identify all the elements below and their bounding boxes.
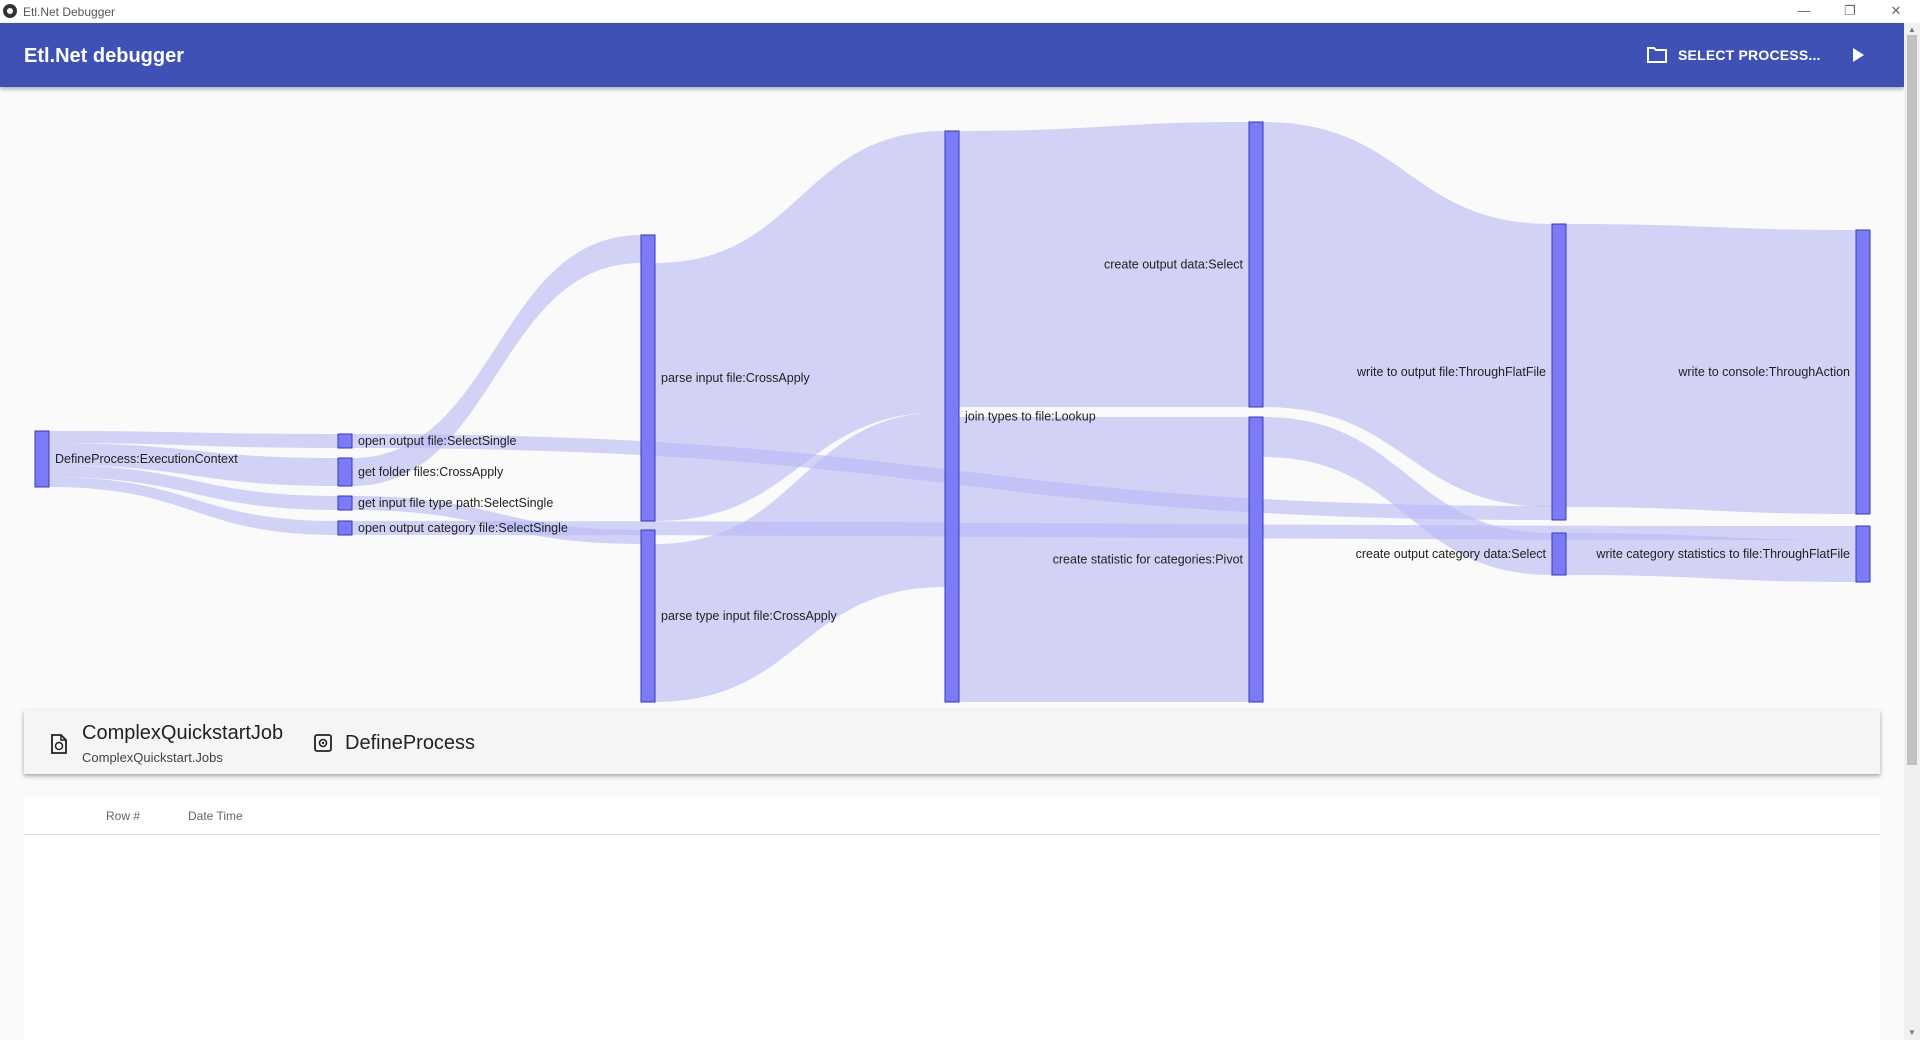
sankey-node[interactable] (640, 234, 656, 522)
process-name: DefineProcess (345, 732, 476, 754)
process-sankey-diagram: DefineProcess:ExecutionContext open outpu… (34, 121, 1871, 703)
sankey-node-label: write to console:ThroughAction (1677, 365, 1850, 379)
sankey-node[interactable] (34, 430, 50, 488)
sankey-node-label: create statistic for categories:Pivot (1053, 553, 1244, 567)
restore-button[interactable]: ❐ (1830, 0, 1870, 23)
app-bar: Etl.Net debugger SELECT PROCESS... (0, 23, 1904, 87)
sankey-node-label: parse type input file:CrossApply (661, 609, 838, 623)
scroll-up-icon[interactable]: ▲ (1908, 25, 1916, 34)
scrollbar-thumb[interactable] (1907, 35, 1917, 765)
minimize-button[interactable]: — (1784, 0, 1824, 23)
sankey-node[interactable] (1855, 229, 1871, 515)
window-title: Etl.Net Debugger (23, 5, 116, 19)
sankey-node[interactable] (337, 520, 353, 536)
sankey-node-label: write category statistics to file:Throug… (1595, 547, 1850, 561)
sankey-node-label: open output category file:SelectSingle (358, 521, 568, 535)
sankey-node[interactable] (1855, 525, 1871, 583)
table-header: Row # Date Time (24, 796, 1880, 835)
sankey-node-label: create output category data:Select (1356, 547, 1547, 561)
job-name: ComplexQuickstartJob (82, 722, 284, 744)
close-button[interactable]: ✕ (1876, 0, 1916, 23)
app-logo-icon (3, 4, 17, 18)
sankey-node[interactable] (1248, 121, 1264, 408)
page-scrollbar[interactable]: ▲ ▼ (1904, 23, 1920, 1040)
sankey-node[interactable] (1551, 223, 1567, 521)
sankey-node-label: open output file:SelectSingle (358, 434, 516, 448)
sankey-node-label: DefineProcess:ExecutionContext (55, 452, 238, 466)
sankey-node[interactable] (640, 529, 656, 703)
sankey-node[interactable] (337, 495, 353, 511)
job-namespace: ComplexQuickstart.Jobs (82, 750, 223, 765)
sankey-node-label: create output data:Select (1104, 258, 1244, 272)
sankey-node-label: parse input file:CrossApply (661, 371, 810, 385)
trace-table: Row # Date Time (24, 796, 1880, 1040)
window-titlebar: Etl.Net Debugger — ❐ ✕ (0, 0, 1920, 23)
file-sync-icon (51, 734, 67, 754)
folder-icon (1647, 47, 1667, 63)
sankey-node[interactable] (337, 457, 353, 487)
run-button[interactable] (1840, 37, 1876, 73)
sankey-node-label: join types to file:Lookup (964, 410, 1096, 424)
sankey-node[interactable] (1551, 532, 1567, 576)
select-process-label: SELECT PROCESS... (1678, 47, 1821, 63)
process-info-bar: ComplexQuickstartJob ComplexQuickstart.J… (24, 710, 1880, 774)
select-process-button[interactable]: SELECT PROCESS... (1646, 37, 1831, 73)
sankey-node[interactable] (944, 130, 960, 703)
sankey-node-label: get folder files:CrossApply (358, 465, 504, 479)
sankey-node[interactable] (1248, 416, 1264, 703)
column-header-date-time[interactable]: Date Time (188, 809, 243, 823)
column-header-row-number[interactable]: Row # (106, 809, 140, 823)
settings-box-icon (314, 734, 332, 752)
app-title: Etl.Net debugger (24, 45, 185, 67)
sankey-node-label: get input file type path:SelectSingle (358, 496, 553, 510)
sankey-node-label: write to output file:ThroughFlatFile (1356, 365, 1546, 379)
play-icon (1853, 48, 1864, 62)
scroll-down-icon[interactable]: ▼ (1908, 1028, 1916, 1037)
sankey-node[interactable] (337, 433, 353, 449)
